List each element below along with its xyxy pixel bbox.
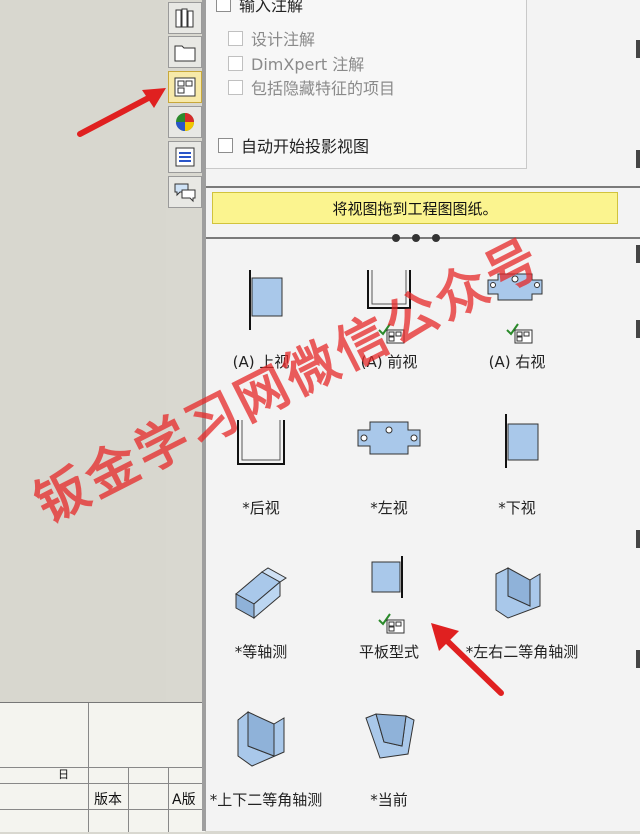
import-annotations-option[interactable]: 输入注解: [216, 0, 303, 16]
color-ball-icon: [176, 113, 194, 131]
include-hidden-checkbox[interactable]: [228, 79, 243, 95]
include-hidden-label: 包括隐藏特征的项目: [251, 79, 396, 98]
dimetric-view-icon: [237, 710, 285, 767]
view-tile-current[interactable]: *当前: [334, 704, 444, 834]
custom-properties-button[interactable]: [168, 141, 202, 173]
bottom-view-icon: [505, 414, 539, 468]
view-label: *等轴测: [234, 643, 288, 661]
view-label: 平板型式: [358, 643, 419, 661]
import-annotations-label: 输入注解: [239, 0, 304, 15]
drag-hint-message: 将视图拖到工程图图纸。: [212, 192, 618, 224]
books-icon: [175, 8, 194, 28]
scroll-marker: [636, 320, 640, 338]
dimxpert-annotations-label: DimXpert 注解: [251, 55, 365, 74]
scroll-marker: [636, 150, 640, 168]
view-tile-left[interactable]: *左视: [334, 412, 444, 542]
auto-projection-label: 自动开始投影视图: [241, 137, 370, 156]
top-view-icon: [249, 270, 283, 330]
options-group: 输入注解 设计注解 DimXpert 注解 包括隐藏特征的项目 自动开始投影视图: [206, 0, 527, 169]
folder-icon: [174, 45, 196, 62]
view-label: (A) 上视: [232, 353, 290, 371]
chat-bubbles-icon: [174, 183, 196, 203]
flat-pattern-check-icon: [506, 323, 533, 344]
splitter-grip-dot: [392, 234, 400, 242]
design-annotations-option[interactable]: 设计注解: [228, 26, 315, 50]
view-label: *左右二等角轴测: [465, 643, 579, 661]
forum-button[interactable]: [168, 176, 202, 208]
dimxpert-annotations-option[interactable]: DimXpert 注解: [228, 51, 364, 75]
design-annotations-checkbox[interactable]: [228, 30, 243, 46]
view-label: *下视: [498, 499, 536, 517]
title-block-day: 日: [58, 768, 69, 781]
view-tile-isometric[interactable]: *等轴测: [206, 556, 316, 686]
view-palette-icon: [174, 77, 196, 97]
current-view-icon: [365, 713, 415, 759]
view-tile-flat-pattern[interactable]: 平板型式: [334, 556, 444, 686]
file-explorer-button[interactable]: [168, 36, 202, 68]
auto-projection-option[interactable]: 自动开始投影视图: [218, 133, 369, 157]
import-annotations-checkbox[interactable]: [216, 0, 231, 12]
design-annotations-label: 设计注解: [251, 30, 316, 49]
view-tile-back[interactable]: *后视: [206, 412, 316, 542]
view-tile-top[interactable]: (A) 上视: [206, 266, 316, 396]
splitter-grip-dot: [412, 234, 420, 242]
auto-projection-checkbox[interactable]: [218, 137, 233, 153]
include-hidden-option[interactable]: 包括隐藏特征的项目: [228, 75, 395, 99]
scroll-marker: [636, 245, 640, 263]
title-block-version: 版本: [94, 792, 122, 808]
title-block: 日 版本 A版: [0, 702, 205, 832]
view-tile-trimetric[interactable]: *左右二等角轴测: [462, 556, 582, 686]
isometric-view-icon: [235, 567, 287, 620]
task-pane-toolbar: [166, 0, 206, 210]
left-view-icon: [357, 421, 421, 455]
view-label: (A) 右视: [488, 353, 546, 371]
view-label: *后视: [242, 499, 280, 517]
appearances-button[interactable]: [168, 106, 202, 138]
view-label: *左视: [370, 499, 408, 517]
view-tile-dimetric[interactable]: *上下二等角轴测: [206, 704, 326, 834]
view-palette-button[interactable]: [168, 71, 202, 103]
section-divider: [206, 186, 640, 188]
list-icon: [175, 147, 195, 167]
title-block-a-version: A版: [172, 792, 196, 808]
flat-pattern-check-icon: [378, 613, 405, 634]
scroll-marker: [636, 530, 640, 548]
design-library-button[interactable]: [168, 2, 202, 34]
view-label: (A) 前视: [360, 353, 418, 371]
splitter[interactable]: [206, 237, 640, 239]
dimxpert-annotations-checkbox[interactable]: [228, 55, 243, 71]
view-palette-panel: 输入注解 设计注解 DimXpert 注解 包括隐藏特征的项目 自动开始投影视图…: [206, 0, 640, 831]
view-tile-right[interactable]: (A) 右视: [462, 266, 572, 396]
trimetric-view-icon: [495, 567, 541, 619]
scroll-marker: [636, 650, 640, 668]
view-label: *上下二等角轴测: [209, 791, 323, 809]
splitter-grip-dot: [432, 234, 440, 242]
back-view-icon: [237, 420, 285, 465]
view-label: *当前: [370, 791, 408, 809]
scroll-marker: [636, 40, 640, 58]
flat-pattern-check-icon: [378, 323, 405, 344]
view-tile-front[interactable]: (A) 前视: [334, 266, 444, 396]
view-tile-bottom[interactable]: *下视: [462, 412, 572, 542]
